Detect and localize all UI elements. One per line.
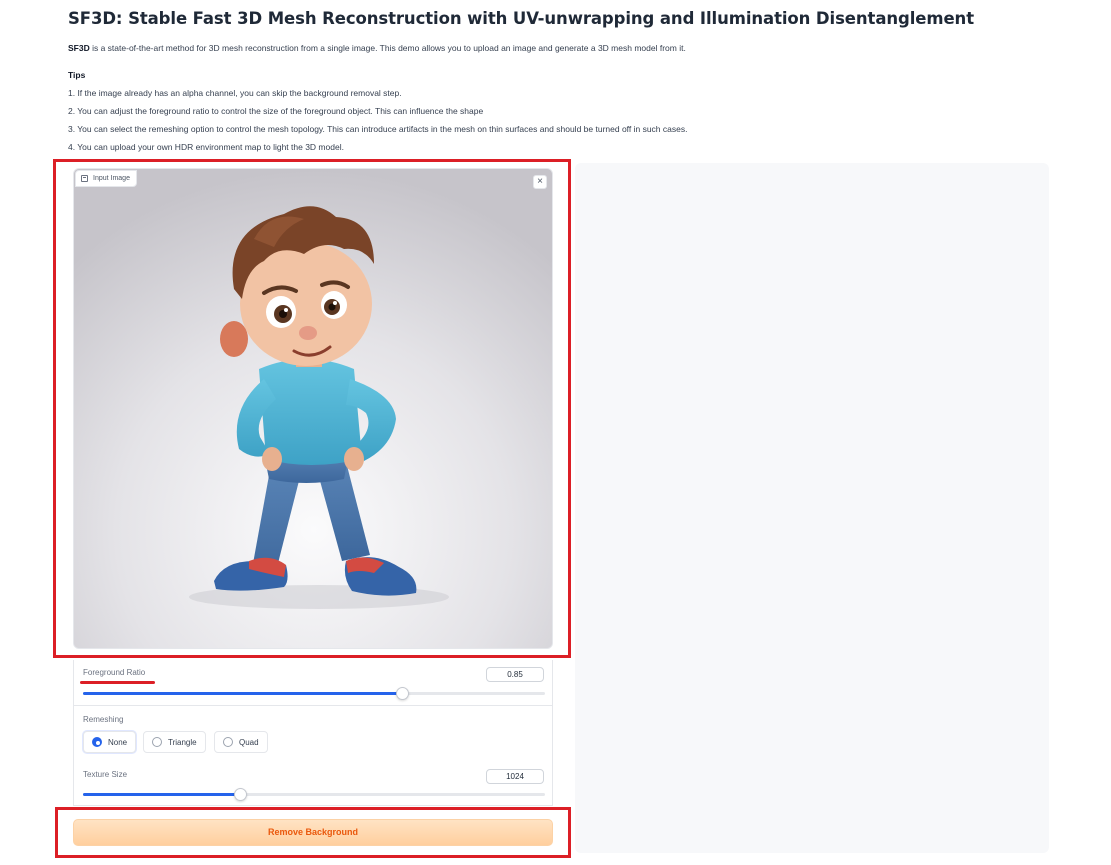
radio-none-label: None — [108, 737, 128, 747]
highlight-box-image — [53, 159, 571, 658]
intro-rest: is a state-of-the-art method for 3D mesh… — [89, 43, 686, 53]
highlight-box-button — [55, 807, 571, 858]
texture-size-thumb[interactable] — [234, 788, 248, 801]
radio-none-dot — [92, 737, 102, 747]
texture-size-slider[interactable] — [83, 788, 545, 801]
radio-quad-dot — [223, 737, 233, 747]
divider — [74, 705, 552, 706]
foreground-ratio-value[interactable]: 0.85 — [486, 667, 544, 682]
output-panel — [575, 163, 1049, 853]
radio-triangle[interactable]: Triangle — [143, 731, 206, 753]
tip-item-4: 4. You can upload your own HDR environme… — [68, 142, 344, 152]
highlight-underline-foreground-ratio — [80, 681, 155, 684]
tip-item-3: 3. You can select the remeshing option t… — [68, 124, 688, 134]
texture-size-label: Texture Size — [83, 770, 128, 779]
intro-text: SF3D is a state-of-the-art method for 3D… — [68, 43, 686, 53]
tip-item-1: 1. If the image already has an alpha cha… — [68, 88, 402, 98]
page-title: SF3D: Stable Fast 3D Mesh Reconstruction… — [68, 9, 974, 28]
radio-none[interactable]: None — [83, 731, 137, 753]
remeshing-label: Remeshing — [83, 715, 124, 724]
texture-size-value[interactable]: 1024 — [486, 769, 544, 784]
texture-size-fill — [83, 793, 241, 796]
radio-triangle-dot — [152, 737, 162, 747]
intro-bold: SF3D — [68, 43, 90, 53]
radio-triangle-label: Triangle — [168, 737, 197, 747]
tip-item-2: 2. You can adjust the foreground ratio t… — [68, 106, 484, 116]
foreground-ratio-fill — [83, 692, 402, 695]
tips-heading: Tips — [68, 70, 86, 80]
foreground-ratio-thumb[interactable] — [395, 687, 409, 700]
foreground-ratio-slider[interactable] — [83, 687, 545, 700]
foreground-ratio-label: Foreground Ratio — [83, 668, 146, 677]
radio-quad[interactable]: Quad — [214, 731, 268, 753]
radio-quad-label: Quad — [239, 737, 259, 747]
